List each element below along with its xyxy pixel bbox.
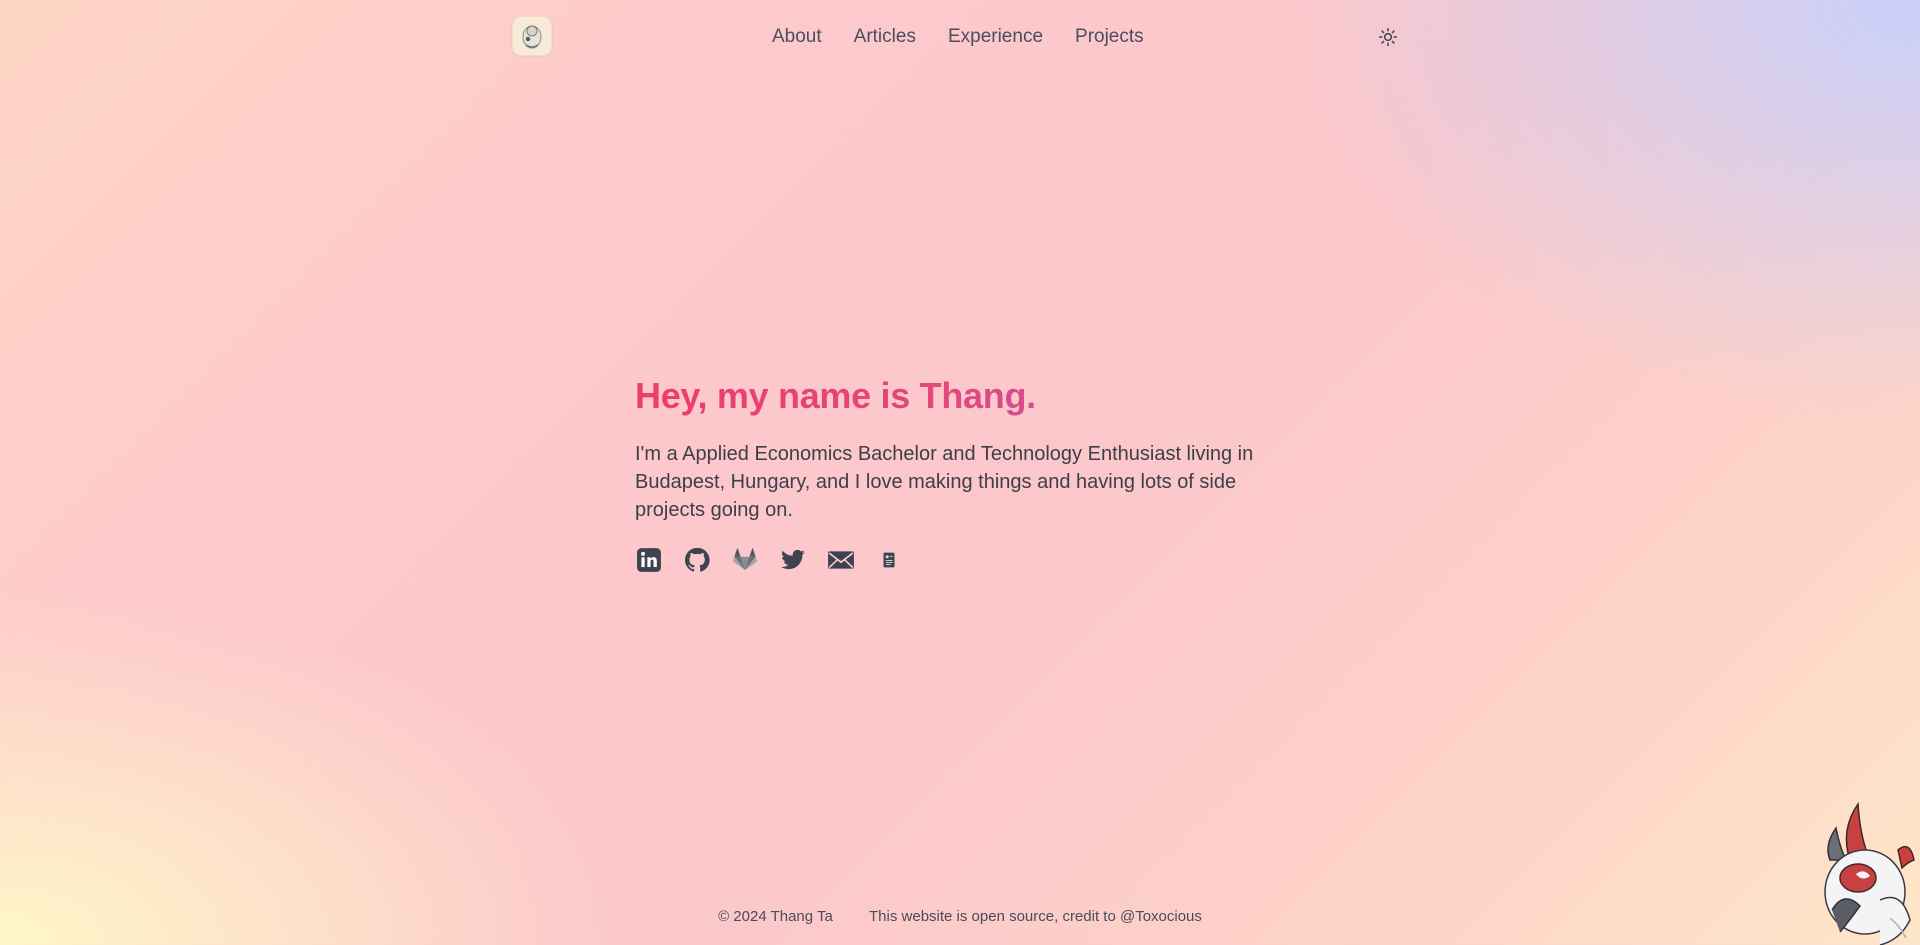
mail-icon: [828, 551, 854, 569]
nav-link-about[interactable]: About: [756, 24, 838, 50]
nav-link-projects[interactable]: Projects: [1059, 24, 1160, 50]
site-header: About Articles Experience Projects: [0, 0, 1920, 72]
email-link[interactable]: [827, 546, 855, 574]
site-footer: © 2024 Thang Ta This website is open sou…: [0, 908, 1920, 925]
resume-document-icon: [883, 552, 895, 568]
footer-credit[interactable]: This website is open source, credit to @…: [869, 908, 1202, 925]
github-icon: [684, 547, 710, 572]
theme-toggle-button[interactable]: [1375, 24, 1401, 50]
resume-link[interactable]: [875, 546, 903, 574]
site-logo[interactable]: [512, 16, 552, 56]
nav-link-experience[interactable]: Experience: [932, 24, 1059, 50]
twitter-link[interactable]: [779, 546, 807, 574]
social-links: [635, 546, 1295, 574]
linkedin-icon: [637, 548, 661, 572]
footer-copyright: © 2024 Thang Ta: [718, 908, 833, 925]
gitlab-icon: [733, 548, 757, 571]
gitlab-link[interactable]: [731, 546, 759, 574]
twitter-icon: [781, 549, 805, 570]
mascot-icon: [1824, 801, 1915, 945]
linkedin-link[interactable]: [635, 546, 663, 574]
sun-icon: [1378, 27, 1398, 47]
mascot-character[interactable]: [1810, 800, 1920, 945]
hero-bio: I'm a Applied Economics Bachelor and Tec…: [635, 443, 1254, 521]
github-link[interactable]: [683, 546, 711, 574]
nav-link-articles[interactable]: Articles: [838, 24, 932, 50]
main-nav: About Articles Experience Projects: [756, 24, 1160, 50]
avatar-icon: [522, 25, 542, 49]
hero-section: Hey, my name is Thang. I'm a Applied Eco…: [635, 372, 1295, 574]
hero-title: Hey, my name is Thang.: [635, 372, 1295, 420]
